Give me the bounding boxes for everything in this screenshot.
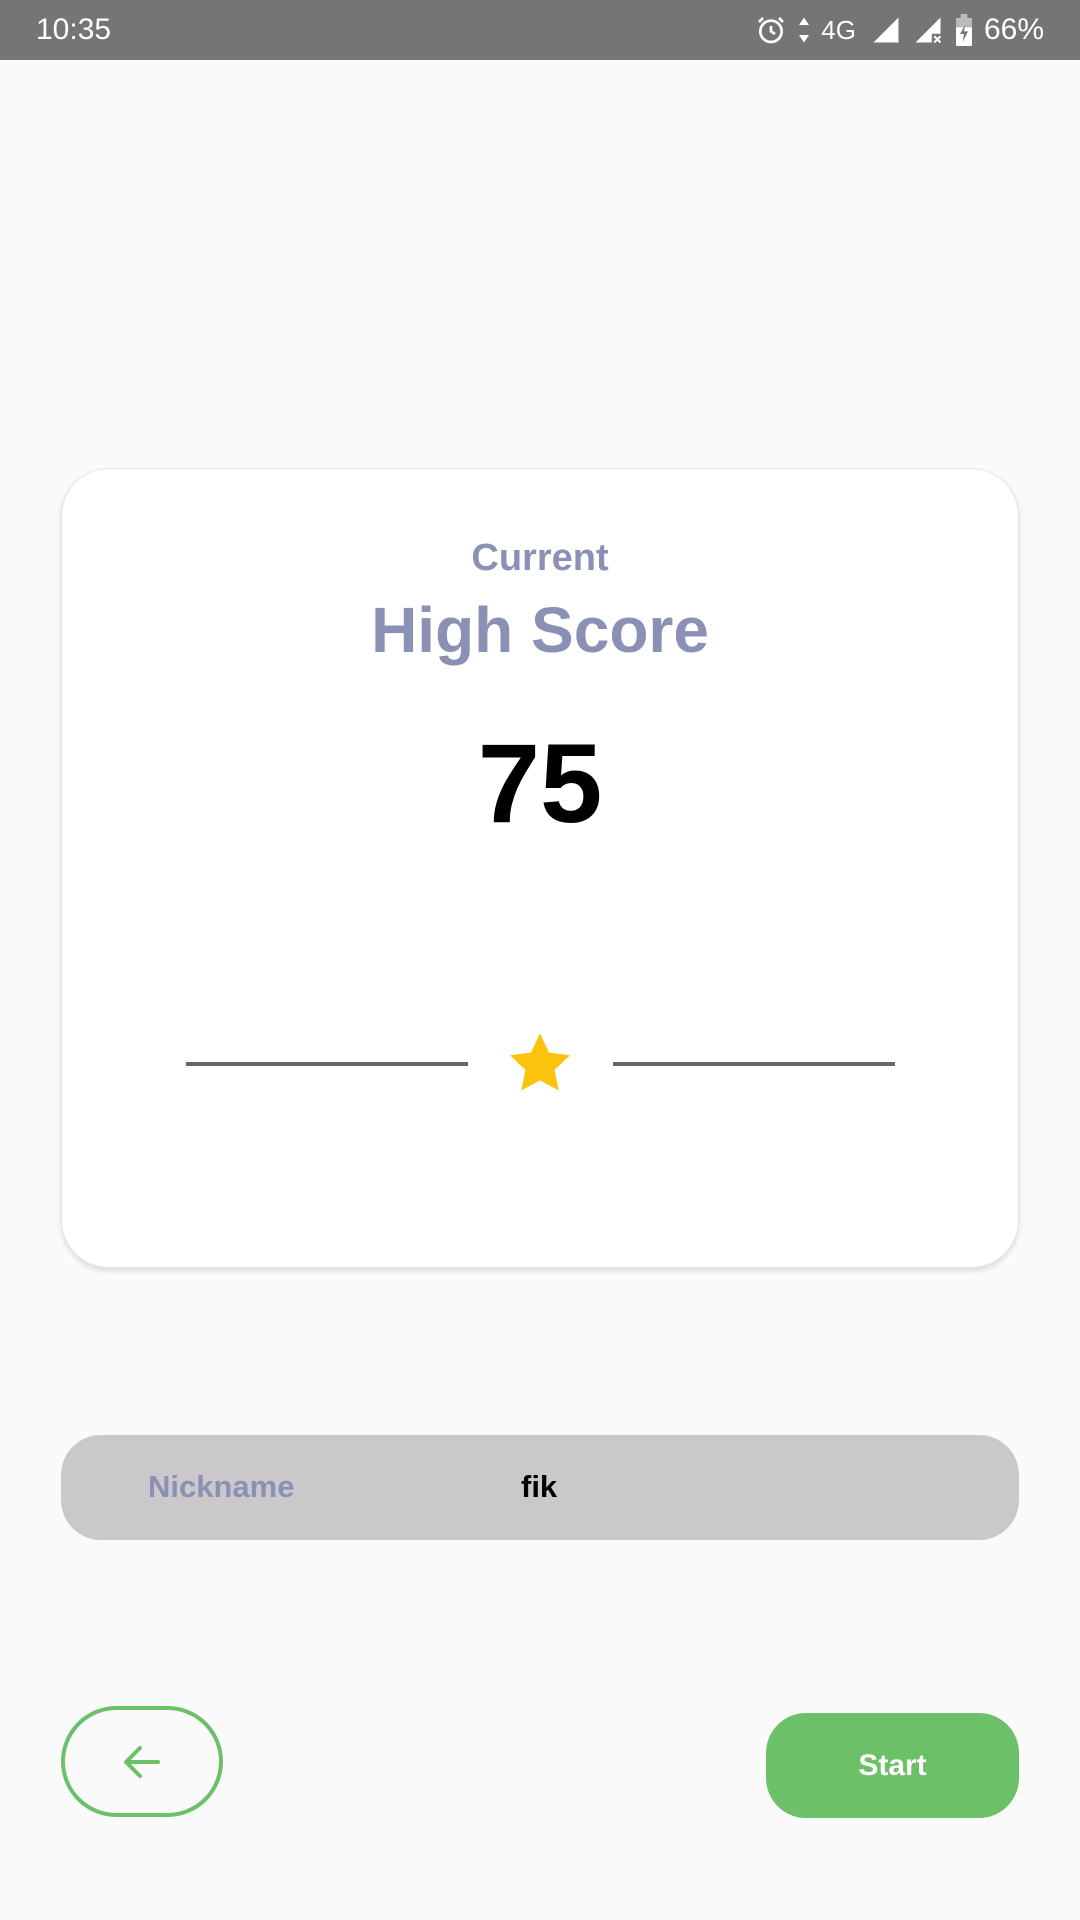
back-button[interactable] [61,1706,223,1817]
divider-left [186,1062,468,1066]
status-time: 10:35 [36,13,112,46]
card-subtitle: Current [471,537,609,579]
arrow-left-icon [124,1745,160,1778]
card-title: High Score [371,594,709,666]
high-score-card: Current High Score 75 [61,468,1019,1268]
star-icon [509,1033,571,1091]
battery-charging-icon [954,14,974,46]
status-icons: 4G 66% [755,13,1044,47]
status-bar: 10:35 4G 66% [0,0,1080,60]
start-button[interactable]: Start [766,1713,1019,1818]
nickname-value[interactable]: fik [521,1469,557,1505]
data-arrows-icon [797,15,811,45]
alarm-icon [755,14,787,46]
signal-no-data-icon [912,15,944,45]
battery-percent: 66% [983,13,1044,46]
high-score-value: 75 [477,721,603,846]
nickname-field[interactable]: Nickname fik [61,1435,1019,1540]
nickname-label: Nickname [148,1469,295,1504]
network-type: 4G [821,14,856,45]
signal-icon [870,15,902,45]
divider-right [613,1062,895,1066]
